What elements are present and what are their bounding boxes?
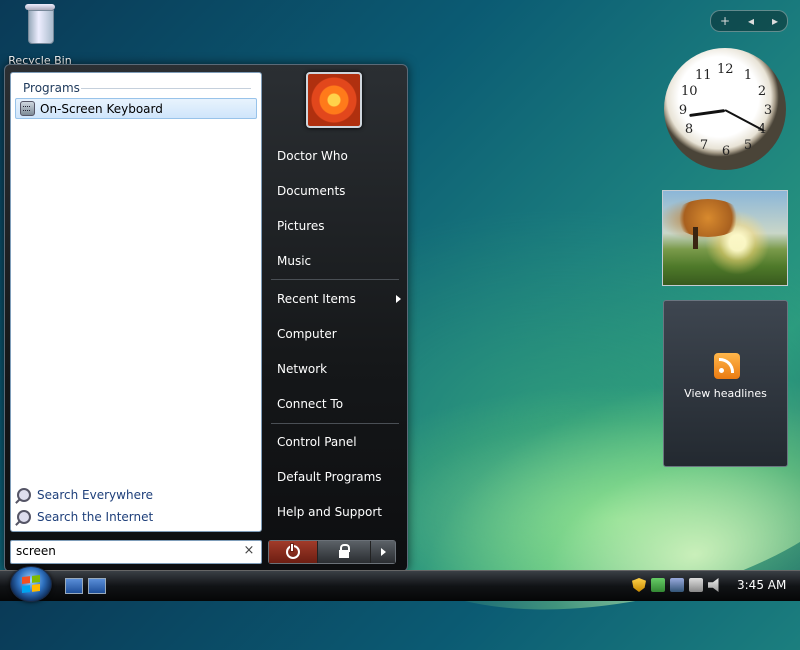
submenu-arrow-icon <box>396 295 401 303</box>
clock-gadget[interactable]: 12 1 2 3 4 5 6 7 8 9 10 11 <box>664 48 786 170</box>
lock-button[interactable] <box>318 541 371 563</box>
power-button[interactable] <box>269 541 318 563</box>
rss-icon <box>714 353 740 379</box>
add-gadget-button[interactable]: + <box>720 14 730 28</box>
clear-search-icon[interactable]: × <box>241 543 257 559</box>
programs-divider <box>81 88 251 89</box>
right-divider <box>271 279 399 280</box>
security-shield-icon[interactable] <box>632 578 646 592</box>
lock-icon <box>339 544 350 558</box>
recent-items-label: Recent Items <box>277 292 356 306</box>
result-label: On-Screen Keyboard <box>40 101 163 116</box>
start-search-box: × <box>10 540 262 564</box>
clock-number: 1 <box>743 68 753 83</box>
right-item-pictures[interactable]: Pictures <box>271 213 407 239</box>
search-icon <box>17 488 31 502</box>
show-desktop-icon[interactable] <box>65 578 83 594</box>
search-internet-label: Search the Internet <box>37 510 154 524</box>
search-icon <box>17 510 31 524</box>
right-item-documents[interactable]: Documents <box>271 178 407 204</box>
clock-minute-hand <box>724 109 765 132</box>
gadget-next-button[interactable]: ▸ <box>772 14 778 28</box>
keyboard-icon <box>20 101 35 116</box>
arrow-right-icon <box>380 548 386 556</box>
clock-number: 5 <box>743 138 753 153</box>
search-internet-link[interactable]: Search the Internet <box>17 508 153 526</box>
clock-number: 11 <box>695 68 712 83</box>
taskbar-clock[interactable]: 3:45 AM <box>737 578 786 592</box>
display-icon[interactable] <box>689 578 703 592</box>
right-item-connect-to[interactable]: Connect To <box>271 391 407 417</box>
search-everywhere-link[interactable]: Search Everywhere <box>17 486 153 504</box>
power-controls <box>268 540 396 564</box>
right-divider <box>271 423 399 424</box>
gadget-toolbar: + ◂ ▸ <box>710 10 788 32</box>
switch-windows-icon[interactable] <box>88 578 106 594</box>
feed-headlines-label[interactable]: View headlines <box>664 387 787 400</box>
right-item-default-programs[interactable]: Default Programs <box>271 464 407 490</box>
right-item-control-panel[interactable]: Control Panel <box>271 429 407 455</box>
clock-number: 6 <box>721 144 731 159</box>
power-icon <box>286 544 300 559</box>
recycle-bin-shortcut[interactable]: Recycle Bin <box>8 2 72 67</box>
recycle-bin-icon <box>25 2 55 44</box>
clock-hour-hand <box>689 109 726 117</box>
right-item-doctor-who[interactable]: Doctor Who <box>271 143 407 169</box>
shutdown-options-button[interactable] <box>371 541 395 563</box>
clock-number: 7 <box>699 138 709 153</box>
right-item-music[interactable]: Music <box>271 248 407 274</box>
start-menu: Programs On-Screen Keyboard Search Every… <box>4 64 408 572</box>
right-item-computer[interactable]: Computer <box>271 321 407 347</box>
clock-number: 2 <box>757 84 767 99</box>
right-item-network[interactable]: Network <box>271 356 407 382</box>
start-search-input[interactable] <box>11 541 243 561</box>
gadget-prev-button[interactable]: ◂ <box>748 14 754 28</box>
photo-tree <box>673 199 743 237</box>
right-item-recent-items[interactable]: Recent Items <box>271 286 407 312</box>
clock-number: 3 <box>763 103 773 118</box>
search-everywhere-label: Search Everywhere <box>37 488 153 502</box>
photo-trunk <box>693 227 698 249</box>
network-status-icon[interactable] <box>670 578 684 592</box>
user-picture[interactable] <box>306 72 362 128</box>
start-button[interactable] <box>10 566 52 602</box>
updates-icon[interactable] <box>651 578 665 592</box>
clock-number: 12 <box>717 62 734 77</box>
clock-number: 10 <box>681 84 698 99</box>
feed-headlines-gadget[interactable]: View headlines <box>663 300 788 467</box>
right-item-help-support[interactable]: Help and Support <box>271 499 407 525</box>
result-on-screen-keyboard[interactable]: On-Screen Keyboard <box>15 98 257 119</box>
search-results-pane: Programs On-Screen Keyboard Search Every… <box>10 72 262 532</box>
programs-header: Programs <box>23 81 80 95</box>
clock-number: 8 <box>684 122 694 137</box>
volume-icon[interactable] <box>708 578 719 592</box>
windows-logo-icon <box>22 575 40 593</box>
system-tray: 3:45 AM <box>632 574 786 596</box>
slideshow-gadget[interactable] <box>662 190 788 286</box>
